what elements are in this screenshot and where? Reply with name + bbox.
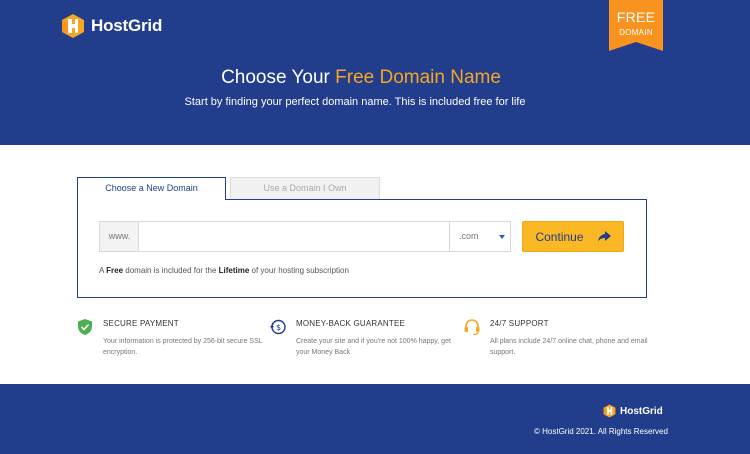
feature-title: MONEY-BACK GUARANTEE	[296, 319, 406, 328]
page-title: Choose Your Free Domain Name	[0, 67, 722, 89]
hostgrid-logo-icon	[603, 404, 616, 418]
note-lifetime: Lifetime	[218, 266, 250, 275]
footer: HostGrid © HostGrid 2021. All Rights Res…	[0, 384, 750, 454]
feature-title: SECURE PAYMENT	[103, 319, 179, 328]
note-text-3: of your hosting subscription	[249, 266, 349, 275]
brand-name: HostGrid	[91, 16, 163, 35]
shield-check-icon	[78, 319, 92, 335]
www-prefix: www.	[99, 221, 139, 252]
copyright-text: © HostGrid 2021. All Rights Reserved	[534, 427, 668, 436]
caret-down-icon	[499, 235, 505, 239]
feature-text: Create your site and if you're not 100% …	[296, 338, 451, 356]
continue-button[interactable]: Continue	[522, 221, 624, 252]
feature-text: Your information is protected by 256-bit…	[103, 338, 263, 356]
domain-search-panel: www. .com Continue A Free domain is incl…	[77, 199, 647, 298]
ribbon-line2: DOMAIN	[619, 28, 653, 37]
tld-selected-value: .com	[459, 231, 479, 241]
hero-banner: HostGrid FREE DOMAIN Choose Your Free Do…	[0, 0, 750, 145]
domain-search-input[interactable]	[138, 221, 450, 252]
ribbon-line1: FREE	[616, 9, 656, 25]
free-domain-ribbon: FREE DOMAIN	[609, 0, 663, 51]
brand-logo[interactable]: HostGrid	[61, 13, 162, 39]
headset-icon	[464, 319, 480, 336]
free-domain-note: A Free domain is included for the Lifeti…	[99, 266, 349, 275]
share-arrow-icon	[597, 231, 611, 242]
svg-text:$: $	[276, 323, 281, 332]
tab-use-own-domain[interactable]: Use a Domain I Own	[230, 177, 380, 199]
continue-label: Continue	[535, 229, 584, 244]
footer-brand-name: HostGrid	[620, 405, 663, 417]
tld-select[interactable]: .com	[449, 221, 511, 252]
money-back-icon: $	[270, 319, 286, 335]
hostgrid-logo-icon	[62, 14, 84, 38]
title-accent: Free Domain Name	[335, 67, 501, 88]
footer-brand-logo[interactable]: HostGrid	[603, 404, 663, 418]
title-prefix: Choose Your	[221, 67, 336, 88]
note-free: Free	[106, 266, 124, 275]
feature-text: All plans include 24/7 online chat, phon…	[490, 338, 648, 356]
note-text-2: domain is included for the	[123, 266, 219, 275]
page-subtitle: Start by finding your perfect domain nam…	[184, 96, 526, 108]
feature-title: 24/7 SUPPORT	[490, 319, 549, 328]
ribbon-shape-icon	[609, 0, 663, 51]
tab-choose-new-domain[interactable]: Choose a New Domain	[77, 177, 226, 200]
